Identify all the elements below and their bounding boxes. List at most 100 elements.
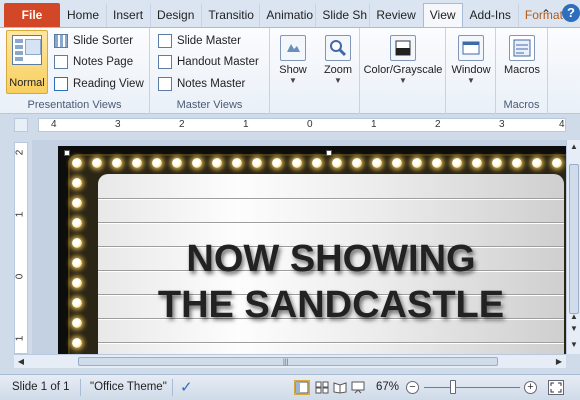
horizontal-scrollbar[interactable]: ◀ ||| ▶ xyxy=(14,354,566,368)
marquee-bulb xyxy=(472,158,482,168)
slide-sorter-status-icon[interactable] xyxy=(314,380,330,395)
tab-add-ins[interactable]: Add-Ins xyxy=(463,3,518,27)
tab-animations[interactable]: Animatio xyxy=(259,3,315,27)
marquee-bulb xyxy=(252,158,262,168)
normal-view-status-icon[interactable] xyxy=(294,380,310,395)
window-label: Window xyxy=(451,64,491,76)
selection-handle[interactable] xyxy=(64,150,70,156)
color-grayscale-group: Color/Grayscale ▼ xyxy=(360,28,446,114)
window-icon xyxy=(458,35,484,61)
zoom-level[interactable]: 67% xyxy=(376,381,399,393)
slide-sorter-label: Slide Sorter xyxy=(73,34,134,47)
marquee-bulb xyxy=(412,158,422,168)
board-line xyxy=(98,198,564,200)
ruler-tick: 0 xyxy=(307,119,313,130)
scroll-down-icon[interactable]: ▼ xyxy=(567,322,580,336)
marquee-bulb xyxy=(92,158,102,168)
headline-title[interactable]: THE SANDCASTLE xyxy=(98,284,564,327)
tab-slide-show[interactable]: Slide Sh xyxy=(315,3,369,27)
fit-to-window-icon[interactable] xyxy=(548,380,564,395)
headline-now-showing[interactable]: NOW SHOWING xyxy=(98,238,564,281)
ribbon: Normal Slide Sorter Notes Page Reading V… xyxy=(0,28,580,114)
marquee-bulb xyxy=(372,158,382,168)
status-bar: Slide 1 of 1 "Office Theme" ✓ 67% − + xyxy=(0,374,580,400)
ruler-tick: 4 xyxy=(51,119,57,130)
marquee-bulb xyxy=(332,158,342,168)
notes-page-button[interactable]: Notes Page xyxy=(54,52,133,71)
ruler-tick: 2 xyxy=(179,119,185,130)
tab-transitions[interactable]: Transitio xyxy=(201,3,259,27)
reading-view-button[interactable]: Reading View xyxy=(54,74,144,93)
theme-name: "Office Theme" xyxy=(90,381,167,393)
window-button[interactable]: Window ▼ xyxy=(446,31,496,85)
macros-group-label: Macros xyxy=(503,99,540,111)
tab-view[interactable]: View xyxy=(422,3,463,27)
scroll-up-icon[interactable]: ▲ xyxy=(567,140,580,154)
ruler-corner xyxy=(14,118,28,132)
vertical-scroll-thumb[interactable] xyxy=(569,164,579,314)
help-icon[interactable]: ? xyxy=(562,4,580,22)
horizontal-ruler[interactable]: 4 3 2 1 0 1 2 3 4 xyxy=(38,118,566,132)
marquee-bulb xyxy=(312,158,322,168)
zoom-dropdown-icon: ▼ xyxy=(334,76,342,85)
notes-master-button[interactable]: Notes Master xyxy=(158,74,245,93)
zoom-button[interactable]: Zoom ▼ xyxy=(316,31,360,85)
ruler-tick: 1 xyxy=(14,211,26,218)
tab-design[interactable]: Design xyxy=(150,3,201,27)
slide-master-button[interactable]: Slide Master xyxy=(158,31,241,50)
vertical-ruler[interactable]: 2 1 0 1 xyxy=(14,142,28,354)
marquee-bulb xyxy=(72,338,82,348)
minimize-ribbon-icon[interactable]: ⌃ xyxy=(536,4,556,24)
reading-view-status-icon[interactable] xyxy=(332,380,348,395)
slide-show-status-icon[interactable] xyxy=(350,380,366,395)
scroll-down-icon[interactable]: ▼ xyxy=(567,338,580,352)
marquee-bulb xyxy=(492,158,502,168)
master-views-label: Master Views xyxy=(176,99,243,111)
zoom-slider-track[interactable] xyxy=(424,387,520,388)
marquee-board[interactable]: NOW SHOWING THE SANDCASTLE xyxy=(98,174,564,354)
selection-handle[interactable] xyxy=(326,150,332,156)
handout-master-button[interactable]: Handout Master xyxy=(158,52,259,71)
ruler-tick: 3 xyxy=(499,119,505,130)
marquee-bulb xyxy=(112,158,122,168)
scroll-right-icon[interactable]: ▶ xyxy=(552,355,566,368)
show-dropdown-icon: ▼ xyxy=(289,76,297,85)
tab-review[interactable]: Review xyxy=(369,3,422,27)
zoom-out-icon[interactable]: − xyxy=(406,381,419,394)
marquee-bulb xyxy=(232,158,242,168)
marquee-bulb xyxy=(432,158,442,168)
marquee-bulb xyxy=(72,178,82,188)
scroll-grip-icon: ||| xyxy=(283,359,289,366)
horizontal-scroll-thumb[interactable]: ||| xyxy=(78,357,498,366)
normal-view-button[interactable]: Normal xyxy=(6,30,48,94)
window-dropdown-icon: ▼ xyxy=(467,76,475,85)
zoom-in-icon[interactable]: + xyxy=(524,381,537,394)
tab-home[interactable]: Home xyxy=(60,3,106,27)
normal-view-icon xyxy=(12,35,42,65)
tab-file[interactable]: File xyxy=(4,3,60,27)
scroll-left-icon[interactable]: ◀ xyxy=(14,355,28,368)
tab-insert[interactable]: Insert xyxy=(106,3,150,27)
macros-group: Macros Macros xyxy=(496,28,548,114)
normal-view-label: Normal xyxy=(9,77,45,89)
spell-check-icon[interactable]: ✓ xyxy=(180,378,193,396)
macros-icon xyxy=(509,35,535,61)
board-line xyxy=(98,342,564,344)
vertical-scrollbar[interactable]: ▲ ▲ ▼ ▼ xyxy=(566,140,580,354)
slide-canvas[interactable]: NOW SHOWING THE SANDCASTLE xyxy=(58,146,566,354)
reading-view-label: Reading View xyxy=(73,77,144,90)
show-group: Show ▼ xyxy=(270,28,316,114)
marquee-bulb xyxy=(72,258,82,268)
macros-button[interactable]: Macros xyxy=(496,31,548,76)
handout-master-label: Handout Master xyxy=(177,55,259,68)
slide-editing-area[interactable]: NOW SHOWING THE SANDCASTLE xyxy=(32,140,566,354)
marquee-bulb xyxy=(292,158,302,168)
presentation-views-group: Normal Slide Sorter Notes Page Reading V… xyxy=(0,28,150,114)
zoom-slider-thumb[interactable] xyxy=(449,380,456,394)
zoom-group: Zoom ▼ xyxy=(316,28,360,114)
show-button[interactable]: Show ▼ xyxy=(270,31,316,85)
notes-page-icon xyxy=(54,54,68,69)
marquee-frame[interactable]: NOW SHOWING THE SANDCASTLE xyxy=(68,154,566,354)
color-grayscale-button[interactable]: Color/Grayscale ▼ xyxy=(360,31,446,85)
slide-sorter-button[interactable]: Slide Sorter xyxy=(54,31,133,50)
